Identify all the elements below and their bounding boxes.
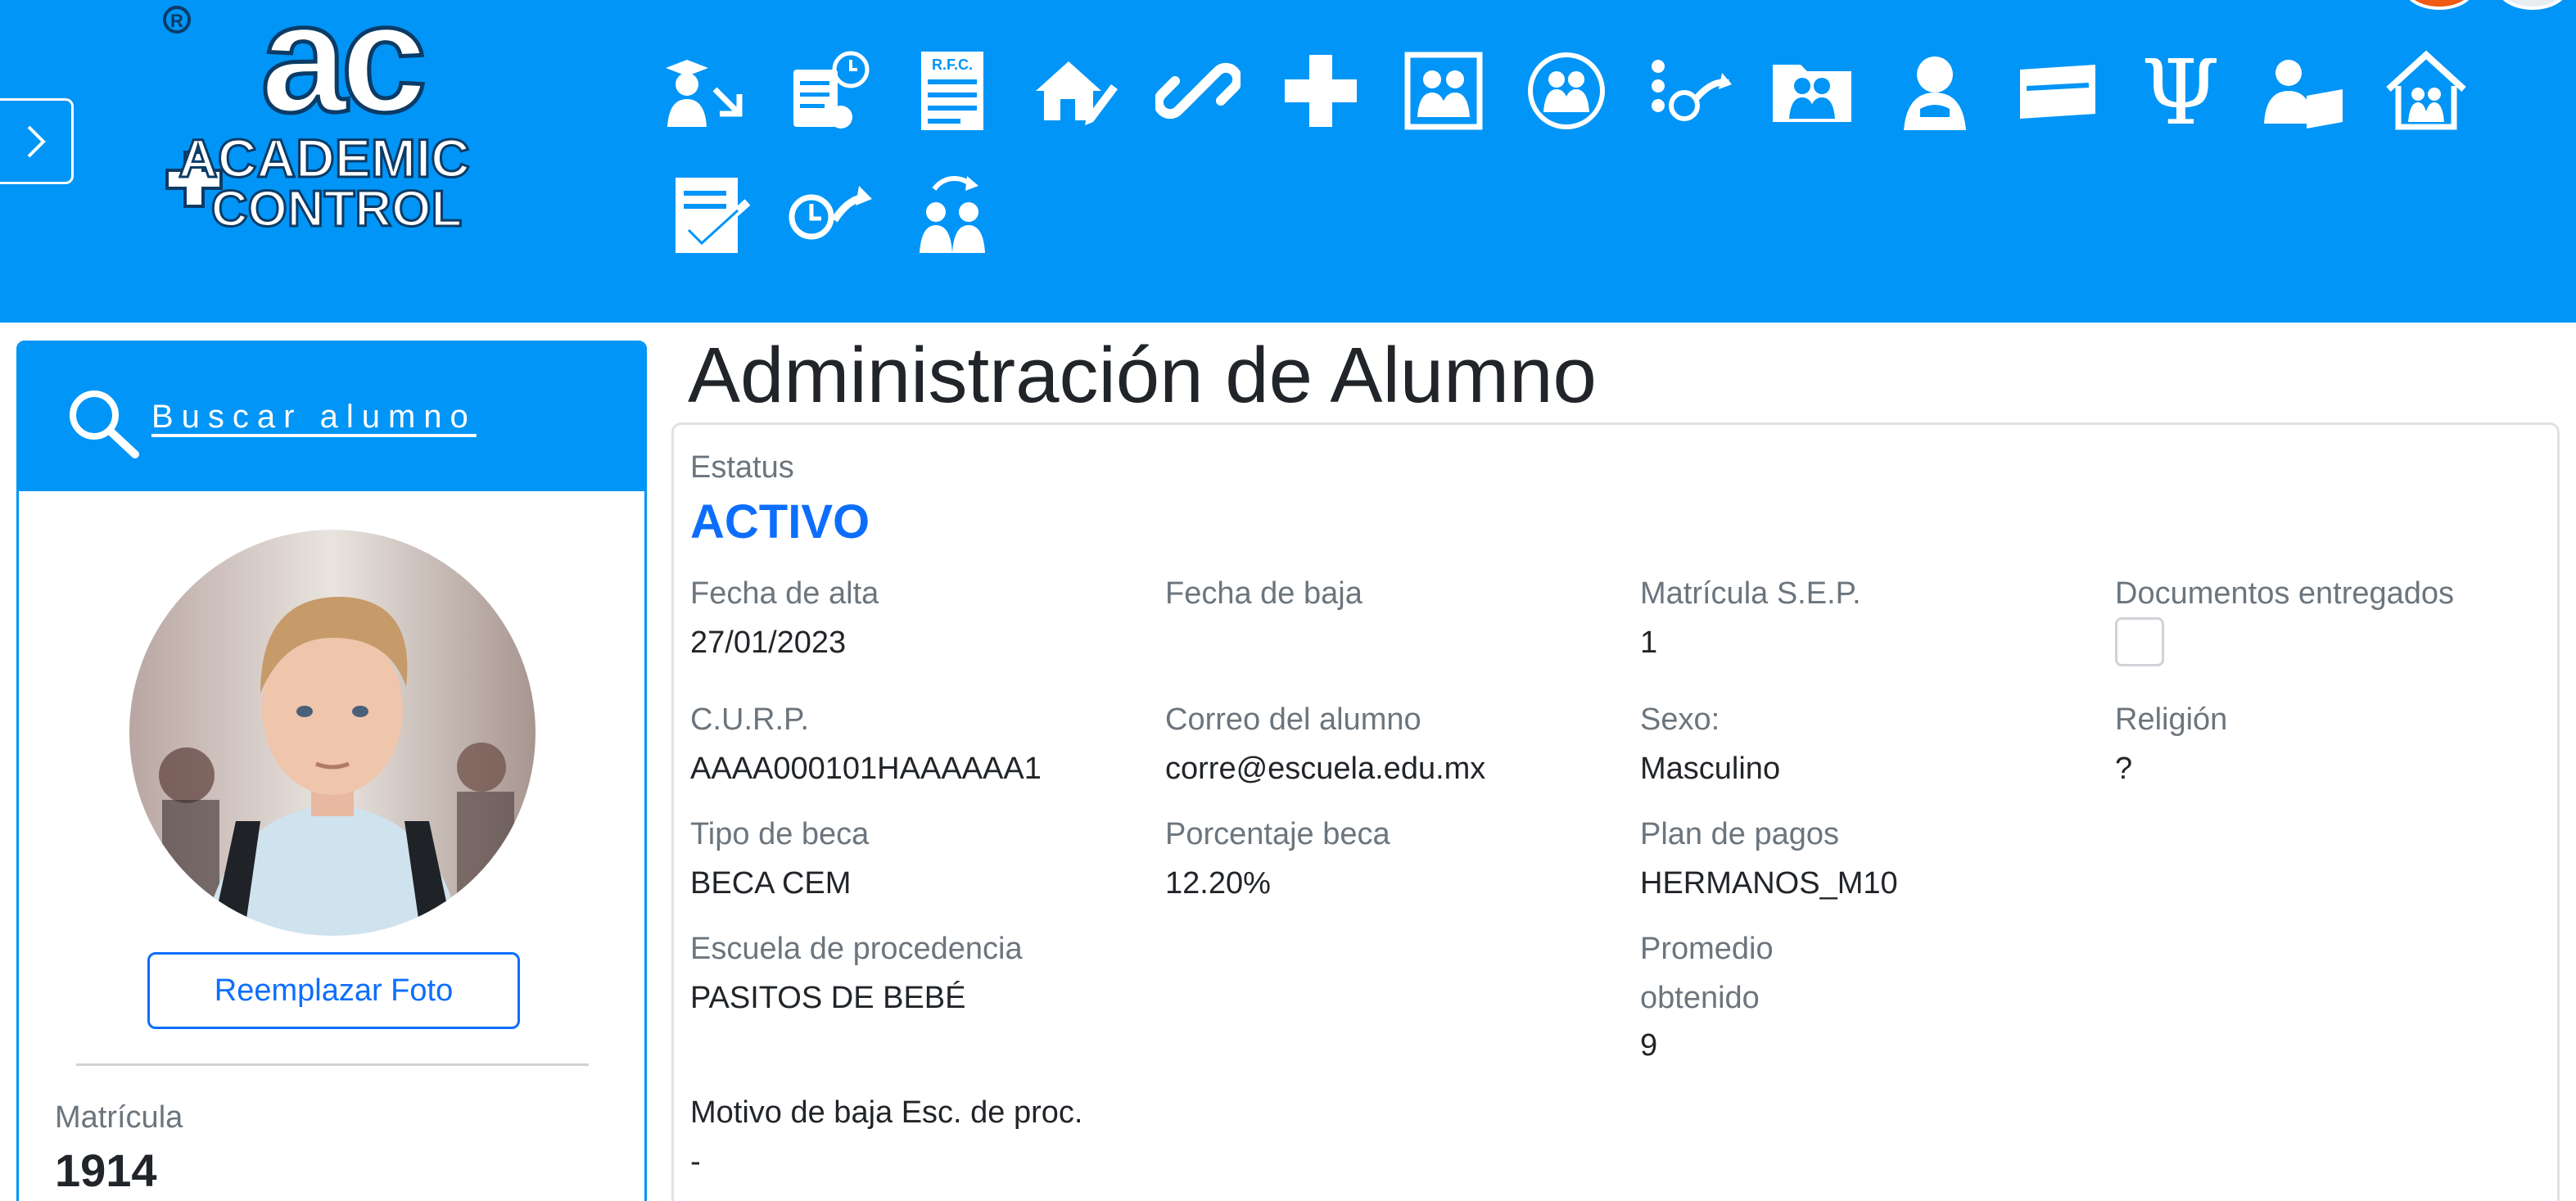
tipo-beca-label: Tipo de beca [690,817,870,851]
correo-value: corre@escuela.edu.mx [1165,752,1486,786]
matricula-label: Matrícula [55,1100,183,1135]
correo-label: Correo del alumno [1165,702,1421,737]
documentos-checkbox[interactable] [2115,617,2164,666]
plus-icon[interactable] [1276,46,1366,136]
clock-arrow-icon[interactable] [784,169,874,259]
notification-avatar[interactable] [2404,0,2474,10]
fecha-alta-value: 27/01/2023 [690,625,847,660]
religion-label: Religión [2115,702,2228,737]
student-sidebar-card: Buscar alumno Reemplazar Foto Matrícula … [16,341,647,1201]
page-title: Administración de Alumno [688,332,1597,419]
logo-mark: ac [260,5,423,145]
chevron-right-icon [27,125,46,157]
curp-value: AAAA000101HAAAAAA1 [690,752,1042,786]
fecha-baja-label: Fecha de baja [1165,576,1363,611]
matricula-value: 1914 [55,1145,157,1196]
sexo-label: Sexo: [1640,702,1720,737]
sidebar-toggle-button[interactable] [0,98,74,184]
plan-pagos-label: Plan de pagos [1640,817,1839,851]
app-header: R ac ACADEMIC CONTROL R.F.C. Ψ [0,0,2576,323]
family-folder-icon[interactable] [1767,46,1857,136]
academic-control-logo: R ac ACADEMIC CONTROL [160,0,488,239]
graduate-transfer-icon[interactable] [660,46,750,136]
checklist-icon[interactable] [667,169,757,259]
porcentaje-beca-label: Porcentaje beca [1165,817,1390,851]
escuela-label: Escuela de procedencia [690,932,1023,966]
rfc-document-icon[interactable]: R.F.C. [907,46,997,136]
search-student-link[interactable]: Buscar alumno [151,399,477,436]
svg-text:R: R [170,11,183,31]
matricula-sep-value: 1 [1640,625,1658,660]
replace-photo-button[interactable]: Reemplazar Foto [147,952,520,1029]
user-rotate-icon[interactable] [907,169,997,259]
curp-label: C.U.R.P. [690,702,810,737]
porcentaje-beca-value: 12.20% [1165,866,1271,901]
teacher-icon[interactable] [2258,46,2348,136]
student-details-card [671,422,2560,1201]
house-edit-icon[interactable] [1030,46,1120,136]
svg-text:R.F.C.: R.F.C. [932,56,973,73]
tipo-beca-value: BECA CEM [690,866,852,901]
motivo-baja-label: Motivo de baja Esc. de proc. [690,1095,1083,1130]
schedule-route-icon[interactable] [1644,46,1734,136]
card-icon[interactable] [2013,46,2103,136]
logo-text-control: CONTROL [211,181,463,237]
status-value: ACTIVO [690,495,870,549]
fecha-alta-label: Fecha de alta [690,576,879,611]
logo-text-academic: ACADEMIC [179,128,470,188]
documentos-label: Documentos entregados [2115,576,2455,611]
home-family-icon[interactable] [2381,46,2471,136]
motivo-baja-value: - [690,1145,701,1179]
counseling-icon[interactable] [1890,46,1980,136]
family-circle-icon[interactable] [1521,46,1611,136]
religion-value: ? [2115,752,2133,786]
escuela-value: PASITOS DE BEBÉ [690,981,966,1015]
search-header: Buscar alumno [19,343,644,491]
promedio-value: 9 [1640,1028,1658,1063]
psi-icon[interactable]: Ψ [2135,46,2226,136]
matricula-sep-label: Matrícula S.E.P. [1640,576,1861,611]
link-icon[interactable] [1153,46,1243,136]
search-icon[interactable] [65,386,147,459]
sexo-value: Masculino [1640,752,1781,786]
plan-pagos-value: HERMANOS_M10 [1640,866,1898,901]
user-avatar[interactable] [2497,0,2568,10]
document-clock-icon[interactable] [784,46,874,136]
svg-text:Ψ: Ψ [2141,48,2220,133]
student-photo [129,530,536,936]
sidebar-divider [76,1063,589,1066]
status-label: Estatus [690,450,794,485]
promedio-label-line2: obtenido [1640,981,1760,1015]
promedio-label-line1: Promedio [1640,932,1774,966]
family-photo-icon[interactable] [1399,46,1489,136]
